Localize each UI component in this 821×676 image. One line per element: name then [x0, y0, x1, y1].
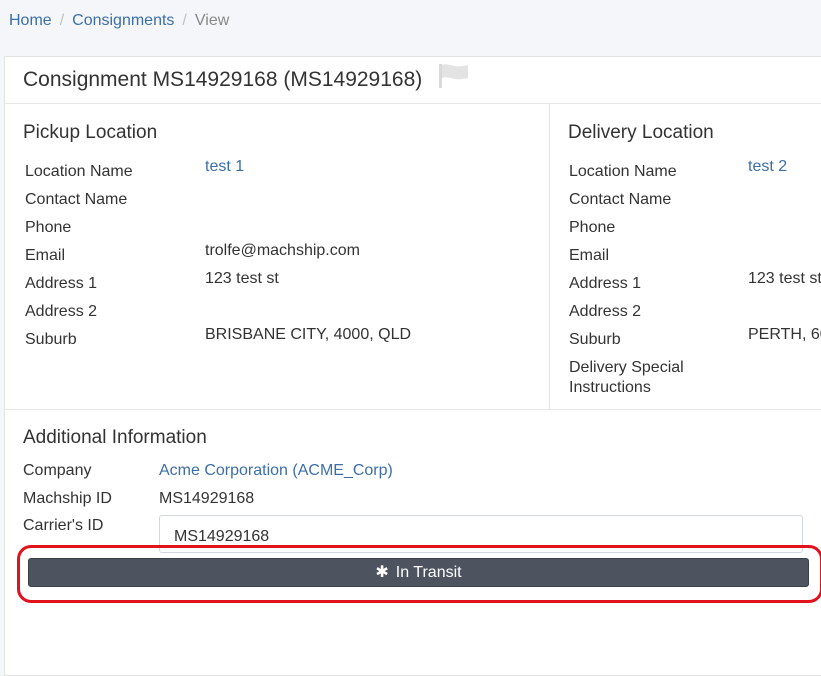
label: Company — [23, 462, 92, 479]
in-transit-label: In Transit — [395, 563, 462, 581]
label: Address 1 — [569, 275, 642, 292]
delivery-address1-value: 123 test st — [748, 270, 821, 287]
breadcrumb-separator: / — [59, 12, 65, 29]
pickup-email-value: trolfe@machship.com — [205, 242, 360, 259]
section-divider — [5, 409, 821, 410]
label: Contact Name — [25, 191, 128, 208]
breadcrumb-consignments-link[interactable]: Consignments — [72, 12, 174, 30]
label: Email — [25, 247, 66, 264]
label: Location Name — [569, 163, 677, 180]
breadcrumb: Home / Consignments / View — [9, 12, 229, 30]
additional-info-heading: Additional Information — [23, 427, 207, 448]
breadcrumb-home-link[interactable]: Home — [9, 12, 52, 30]
label: Address 2 — [569, 303, 642, 320]
delivery-location-section: Delivery Location Location Name test 2 C… — [550, 104, 821, 409]
pickup-location-name-link[interactable]: test 1 — [205, 158, 244, 176]
label: Suburb — [569, 331, 621, 348]
delivery-suburb-value: PERTH, 600 — [748, 326, 821, 343]
page-title: Consignment MS14929168 (MS14929168) — [23, 68, 423, 91]
label: Address 1 — [25, 275, 98, 292]
company-link[interactable]: Acme Corporation (ACME_Corp) — [159, 462, 393, 480]
label: Machship ID — [23, 490, 112, 507]
flag-icon[interactable] — [438, 63, 470, 94]
label: Contact Name — [569, 191, 672, 208]
delivery-heading: Delivery Location — [568, 122, 714, 143]
pickup-address1-value: 123 test st — [205, 270, 279, 287]
label: Email — [569, 247, 610, 264]
pickup-heading: Pickup Location — [23, 122, 158, 143]
label: Phone — [25, 219, 72, 236]
label: Phone — [569, 219, 616, 236]
machship-id-value: MS14929168 — [159, 490, 255, 507]
delivery-location-name-link[interactable]: test 2 — [748, 158, 787, 176]
label: Suburb — [25, 331, 77, 348]
pickup-location-section: Pickup Location Location Name test 1 Con… — [5, 104, 550, 409]
label: Location Name — [25, 163, 133, 180]
label: Address 2 — [25, 303, 98, 320]
panel-header: Consignment MS14929168 (MS14929168) — [5, 57, 821, 104]
pickup-suburb-value: BRISBANE CITY, 4000, QLD — [205, 326, 412, 343]
asterisk-icon: ✱ — [375, 563, 389, 581]
in-transit-button[interactable]: ✱ In Transit — [28, 558, 809, 587]
label: Carrier's ID — [23, 517, 104, 534]
label: Delivery Special — [569, 359, 684, 376]
breadcrumb-current: View — [194, 12, 230, 29]
label: Instructions — [569, 379, 651, 396]
consignment-panel: Consignment MS14929168 (MS14929168) Pick… — [4, 56, 821, 676]
breadcrumb-separator: / — [182, 12, 187, 29]
